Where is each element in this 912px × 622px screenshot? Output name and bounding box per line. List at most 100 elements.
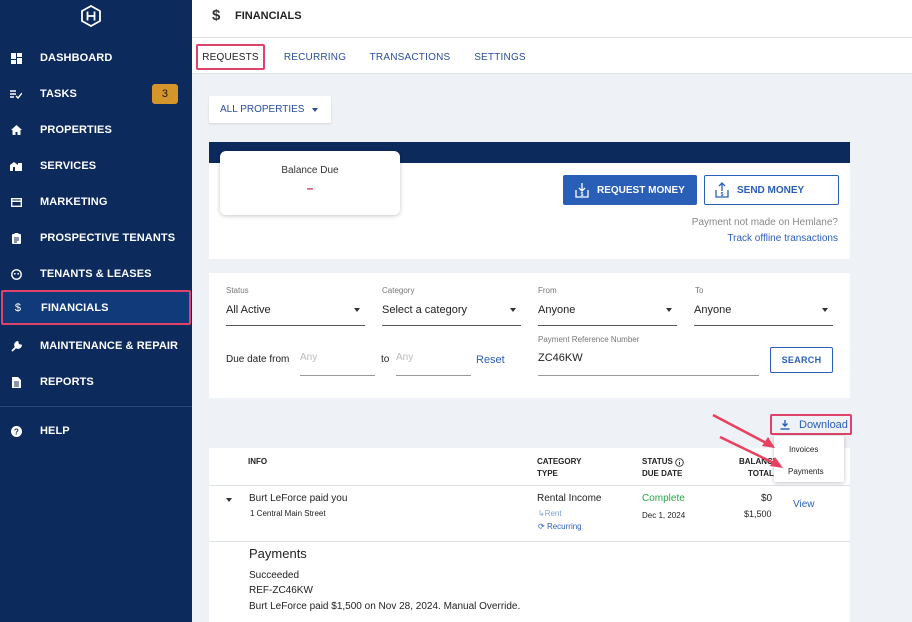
sidebar-item-tenants-leases[interactable]: TENANTS & LEASES [0,256,192,292]
payment-note: Burt LeForce paid $1,500 on Nov 28, 2024… [249,601,521,612]
status-select-value: All Active [226,304,271,316]
col-header-info: INFO [248,457,268,466]
sidebar-item-marketing[interactable]: MARKETING [0,184,192,220]
balance-due-card: Balance Due – [220,151,400,215]
row-total: $1,500 [744,509,772,519]
recurring-icon: ⟳ [538,522,545,531]
row-recurring-label: Recurring [546,522,582,531]
sidebar-item-label: HELP [40,425,70,437]
due-date-to-underline [396,375,471,376]
to-select-value: Anyone [694,304,732,316]
download-button[interactable]: Download [770,414,852,435]
sidebar-item-reports[interactable]: REPORTS [0,364,192,400]
svg-text:$: $ [721,192,724,198]
col-header-status: STATUS [642,457,673,466]
sidebar-item-services[interactable]: SERVICES [0,148,192,184]
services-icon [10,160,22,172]
sidebar-item-label: SERVICES [40,160,97,172]
all-properties-label: ALL PROPERTIES [220,104,305,115]
request-money-label: REQUEST MONEY [597,184,685,196]
payments-heading: Payments [249,546,307,561]
sidebar-item-label: PROSPECTIVE TENANTS [40,232,176,244]
category-underline [382,325,521,326]
due-date-from-placeholder: Any [300,352,318,363]
tasks-count-badge: 3 [152,84,178,104]
caret-down-icon [666,308,672,312]
filter-panel: Status All Active Category Select a cate… [209,273,850,398]
search-button[interactable]: SEARCH [770,347,833,373]
from-select-value: Anyone [538,304,576,316]
due-date-to-label: to [381,354,390,365]
download-menu-invoices[interactable]: Invoices [789,445,818,454]
download-menu: Invoices Payments [774,436,844,482]
category-select-value: Select a category [382,304,467,316]
send-money-button[interactable]: $ SEND MONEY [704,175,839,205]
col-header-balance: BALANCE [739,457,779,466]
expand-row-caret-icon[interactable] [226,498,232,502]
balance-due-label: Balance Due [281,165,339,176]
balance-panel: Balance Due – $ REQUEST MONEY $ SEND MON… [209,142,850,259]
sidebar-divider [0,406,192,407]
row-category: Rental Income [537,493,602,504]
send-money-icon: $ [715,182,729,198]
wrench-icon [10,340,22,352]
hemlane-logo-icon[interactable] [80,5,102,27]
sidebar-item-label: TASKS [40,88,77,100]
col-header-due-date: DUE DATE [642,469,683,478]
payment-reference: REF-ZC46KW [249,585,313,596]
sidebar-item-help[interactable]: ? HELP [0,413,192,449]
sidebar-item-label: TENANTS & LEASES [40,268,152,280]
subcategory-arrow-icon: ↳ [538,509,545,518]
sidebar-item-maintenance[interactable]: MAINTENANCE & REPAIR [0,328,192,364]
download-menu-payments[interactable]: Payments [788,467,824,476]
col-header-type: TYPE [537,469,558,478]
col-header-status-wrap: STATUS [642,456,684,468]
sidebar-item-label: REPORTS [40,376,94,388]
tab-requests[interactable]: REQUESTS [196,44,265,70]
caret-down-icon [510,308,516,312]
reset-link[interactable]: Reset [476,354,505,366]
send-money-label: SEND MONEY [737,184,805,196]
status-underline [226,325,365,326]
caret-down-icon [312,107,319,112]
col-header-total: TOTAL [748,469,774,478]
balance-due-value: – [306,181,314,195]
sidebar-item-dashboard[interactable]: DASHBOARD [0,40,192,76]
due-date-from-underline [300,375,375,376]
row-status: Complete [642,493,685,504]
all-properties-dropdown[interactable]: ALL PROPERTIES [209,96,331,123]
clipboard-icon [10,232,22,244]
track-offline-link[interactable]: Track offline transactions [727,233,838,244]
sidebar-item-label: DASHBOARD [40,52,113,64]
svg-text:$: $ [581,192,584,198]
tab-transactions[interactable]: TRANSACTIONS [368,44,452,70]
tab-recurring[interactable]: RECURRING [280,44,350,70]
row-title: Burt LeForce paid you [249,493,348,504]
tasks-icon [10,88,22,100]
from-filter-label: From [538,286,557,295]
due-date-to-placeholder: Any [396,352,414,363]
to-underline [694,325,833,326]
row-balance: $0 [761,493,773,504]
sidebar-item-properties[interactable]: PROPERTIES [0,112,192,148]
sidebar-item-financials[interactable]: $ FINANCIALS [1,290,191,325]
row-address: 1 Central Main Street [250,509,326,518]
request-money-button[interactable]: $ REQUEST MONEY [563,175,697,205]
payment-ref-underline [538,375,759,376]
tab-settings[interactable]: SETTINGS [470,44,530,70]
row-view-link[interactable]: View [793,499,815,510]
sidebar: DASHBOARD TASKS 3 PROPERTIES SERVICES MA… [0,0,192,622]
sidebar-item-tasks[interactable]: TASKS 3 [0,76,192,112]
tenants-icon [10,268,22,280]
download-label: Download [799,418,848,431]
row-recurring[interactable]: ⟳ Recurring [538,522,582,531]
help-icon: ? [10,425,22,437]
sidebar-item-prospective-tenants[interactable]: PROSPECTIVE TENANTS [0,220,192,256]
info-icon[interactable] [675,457,684,467]
payment-not-made-text: Payment not made on Hemlane? [691,217,838,228]
row-subcategory-label: Rent [544,509,562,518]
row-due-date: Dec 1, 2024 [642,511,686,520]
sidebar-item-label: MAINTENANCE & REPAIR [40,340,179,352]
payment-status: Succeeded [249,570,300,581]
from-underline [538,325,677,326]
